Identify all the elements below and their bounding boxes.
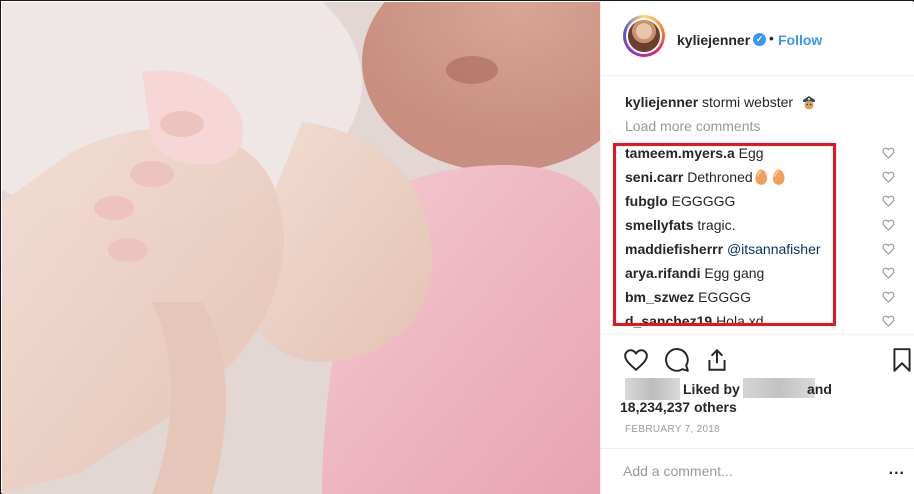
heart-icon[interactable] (623, 347, 649, 373)
comment-username[interactable]: d_sanchez19 (625, 313, 712, 329)
comment-text: @itsannafisher (726, 241, 821, 257)
comment-like-heart-icon[interactable] (882, 267, 895, 279)
comment-row: smellyfats tragic. (625, 216, 909, 240)
header-separator: • (769, 30, 774, 46)
comment-like-heart-icon[interactable] (882, 315, 895, 327)
comment-username[interactable]: fubglo (625, 193, 668, 209)
comment-like-heart-icon[interactable] (882, 243, 895, 255)
comment-text: EGGGG (698, 289, 752, 305)
comment-text: EGGGGG (671, 193, 736, 209)
more-icon[interactable]: ... (889, 461, 905, 479)
comment-text: Egg gang (704, 265, 765, 281)
post-frame: kyliejenner ✓ • Follow kyliejenner storm… (0, 0, 914, 494)
comment-username[interactable]: smellyfats (625, 217, 693, 233)
comment-row: arya.rifandi Egg gang (625, 264, 909, 288)
add-comment-input[interactable] (623, 461, 873, 481)
photo-illustration (2, 2, 600, 494)
police-officer-emoji-icon (802, 96, 815, 110)
add-comment-bar: ... (601, 448, 914, 494)
liker-name-blurred (743, 378, 815, 398)
post-side-panel: kyliejenner ✓ • Follow kyliejenner storm… (600, 2, 914, 494)
post-photo[interactable] (2, 2, 600, 494)
comment-like-heart-icon[interactable] (882, 291, 895, 303)
comment-row: fubglo EGGGGG (625, 192, 909, 216)
comments-list: tameem.myers.a Egg seni.carr Dethroned🥚🥚 f… (601, 142, 914, 330)
caption-text: stormi webster (702, 94, 794, 110)
comment-icon[interactable] (664, 347, 690, 373)
comment-username[interactable]: bm_szwez (625, 289, 694, 305)
likes-and-label: and (807, 381, 832, 397)
post-actions (601, 334, 914, 384)
verified-icon: ✓ (753, 33, 766, 46)
comment-like-heart-icon[interactable] (882, 219, 895, 231)
comment-row: tameem.myers.a Egg (625, 144, 909, 168)
comment-like-heart-icon[interactable] (882, 195, 895, 207)
comment-row: d_sanchez19 Hola xd (625, 312, 909, 330)
comment-username[interactable]: seni.carr (625, 169, 683, 185)
comment-like-heart-icon[interactable] (882, 171, 895, 183)
comment-text: Dethroned🥚🥚 (687, 169, 788, 185)
share-icon[interactable] (704, 347, 730, 373)
comment-row: seni.carr Dethroned🥚🥚 (625, 168, 909, 192)
liker-avatar-blurred (625, 378, 680, 400)
header-username[interactable]: kyliejenner (677, 32, 750, 48)
liked-by-label: Liked by (683, 381, 740, 397)
comment-username[interactable]: arya.rifandi (625, 265, 700, 281)
bookmark-icon[interactable] (889, 347, 914, 373)
likes-others-link[interactable]: 18,234,237 others (620, 399, 737, 415)
avatar-image (626, 18, 662, 54)
post-header: kyliejenner ✓ • Follow (601, 2, 914, 76)
load-more-comments-button[interactable]: Load more comments (625, 118, 760, 134)
comment-text: Hola xd (716, 313, 764, 329)
comment-username[interactable]: tameem.myers.a (625, 145, 735, 161)
post-date[interactable]: FEBRUARY 7, 2018 (625, 424, 720, 435)
follow-button[interactable]: Follow (778, 32, 822, 48)
comment-row: maddiefisherrr @itsannafisher (625, 240, 909, 264)
comment-text: Egg (738, 145, 764, 161)
comment-username[interactable]: maddiefisherrr (625, 241, 723, 257)
post-caption: kyliejenner stormi webster (625, 94, 817, 110)
comment-row: bm_szwez EGGGG (625, 288, 909, 312)
avatar[interactable] (623, 15, 665, 57)
caption-username[interactable]: kyliejenner (625, 94, 698, 110)
comment-text: tragic. (697, 217, 736, 233)
comment-like-heart-icon[interactable] (882, 147, 895, 159)
